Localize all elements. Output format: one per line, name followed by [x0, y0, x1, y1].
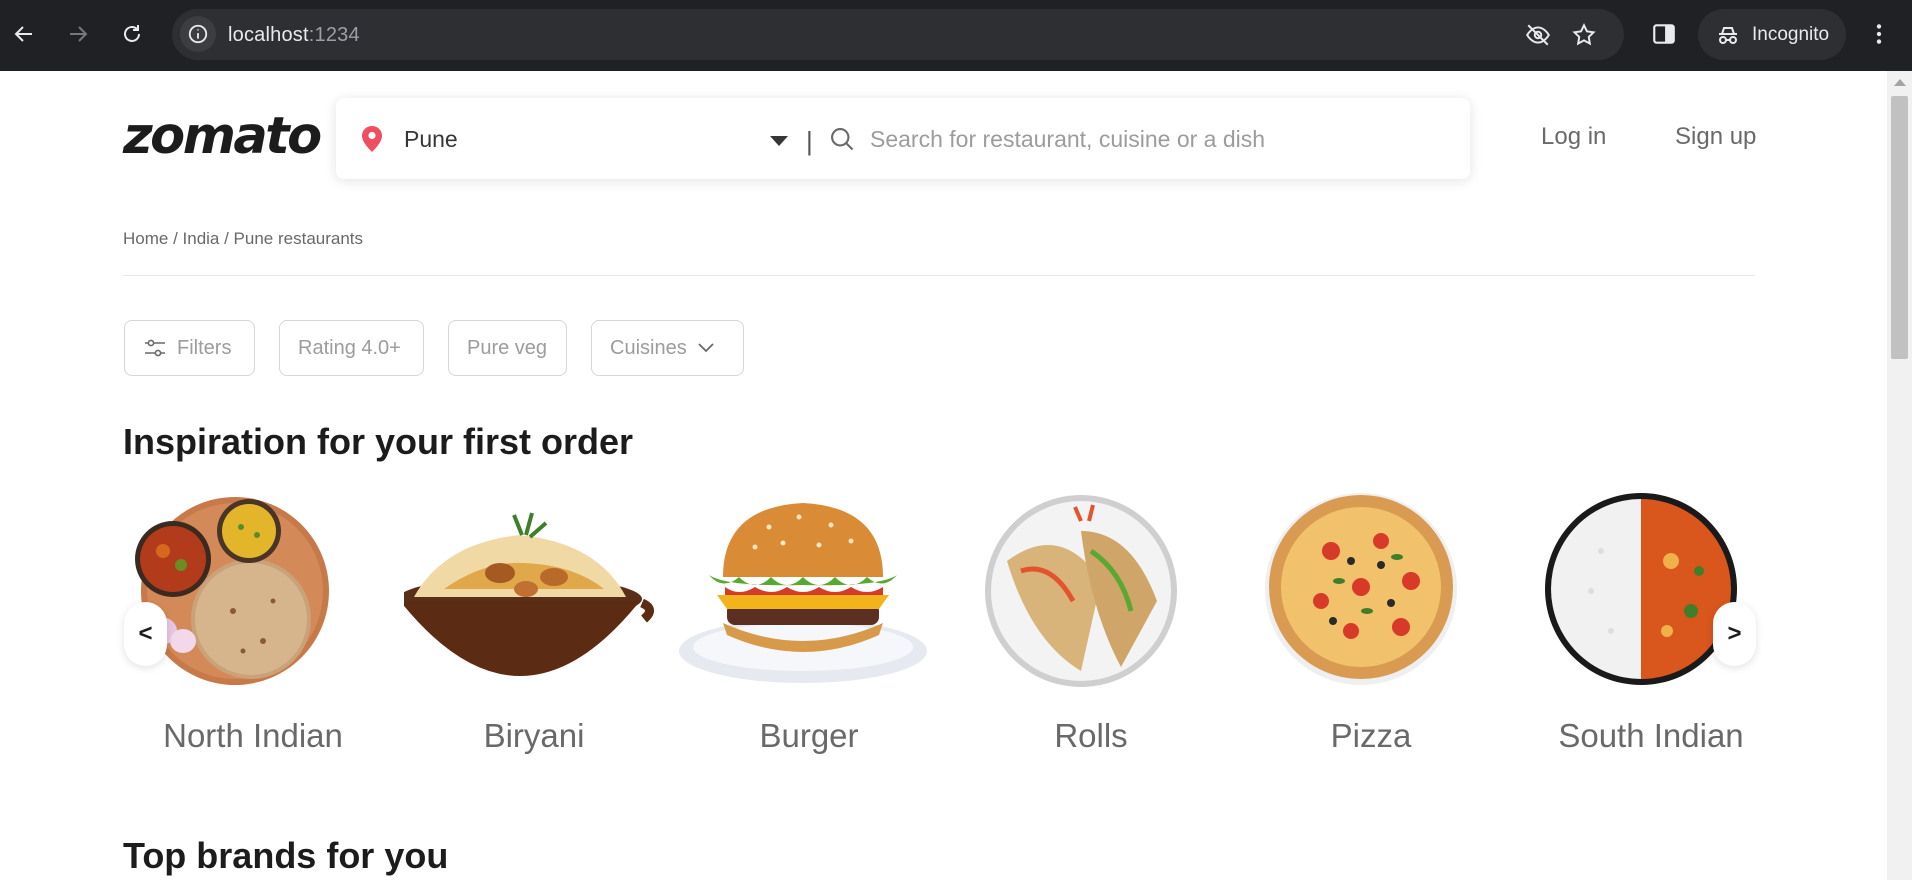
reload-icon — [124, 25, 140, 42]
sliders-icon — [145, 339, 165, 357]
carousel-next-button[interactable]: > — [1713, 602, 1756, 666]
rolls-image — [985, 495, 1177, 687]
search-icon — [831, 128, 854, 151]
cuisine-label-south-indian: South Indian — [1558, 717, 1744, 754]
location-search-bar: Pune | — [336, 98, 1470, 179]
page-scrollbar[interactable] — [1887, 71, 1912, 880]
zomato-logo[interactable]: zomato — [123, 107, 322, 166]
cuisine-label-burger: Burger — [759, 717, 859, 754]
login-link[interactable]: Log in — [1541, 123, 1606, 151]
inspiration-title: Inspiration for your first order — [123, 421, 634, 462]
bookmark-star-icon[interactable] — [1571, 22, 1597, 48]
forward-arrow-icon — [70, 26, 88, 42]
signup-link[interactable]: Sign up — [1675, 123, 1756, 151]
pizza-image — [1265, 493, 1457, 685]
scroll-up-arrow-icon[interactable] — [1894, 79, 1906, 86]
cuisine-label-north-indian: North Indian — [163, 717, 343, 754]
reload-button[interactable] — [114, 16, 150, 52]
forward-button[interactable] — [60, 16, 96, 52]
url-port: :1234 — [308, 24, 360, 46]
pure-veg-filter-chip[interactable]: Pure veg — [448, 320, 567, 376]
filters-button[interactable]: Filters — [124, 320, 255, 376]
page-content: zomato Pune | Log in Sign up Home / Indi… — [0, 71, 1887, 880]
rating-filter-chip[interactable]: Rating 4.0+ — [279, 320, 424, 376]
back-arrow-icon — [14, 26, 32, 42]
scrollbar-thumb[interactable] — [1891, 96, 1908, 359]
cuisine-carousel: North Indian Biryani Burger Rolls Pizza … — [123, 491, 1755, 831]
burger-image — [679, 503, 927, 683]
breadcrumb[interactable]: Home / India / Pune restaurants — [123, 229, 363, 249]
pure-veg-label: Pure veg — [467, 336, 548, 359]
north-indian-thali-image — [135, 497, 329, 685]
location-pin-icon — [362, 126, 382, 152]
incognito-badge[interactable]: Incognito — [1698, 9, 1846, 60]
eye-off-icon[interactable] — [1525, 22, 1551, 48]
url-text: localhost:1234 — [228, 24, 360, 47]
cuisines-label: Cuisines — [610, 336, 687, 359]
top-brands-title: Top brands for you — [123, 835, 449, 876]
url-host: localhost — [228, 24, 309, 46]
cuisine-label-biryani: Biryani — [483, 717, 585, 754]
rating-filter-label: Rating 4.0+ — [298, 336, 401, 359]
back-button[interactable] — [6, 16, 42, 52]
side-panel-icon[interactable] — [1651, 21, 1677, 47]
search-input[interactable] — [870, 118, 1430, 160]
incognito-icon — [1719, 26, 1737, 44]
chevron-down-icon — [698, 343, 714, 353]
more-menu-icon[interactable] — [1866, 21, 1892, 47]
search-divider: | — [806, 126, 813, 156]
cuisine-label-rolls: Rolls — [1054, 717, 1128, 754]
location-value[interactable]: Pune — [404, 126, 458, 153]
address-bar[interactable]: localhost:1234 — [172, 9, 1624, 60]
cuisines-filter-chip[interactable]: Cuisines — [591, 320, 744, 376]
chevron-down-icon[interactable] — [770, 136, 788, 146]
cuisine-label-pizza: Pizza — [1330, 717, 1412, 754]
browser-toolbar: localhost:1234 Incognito — [0, 0, 1912, 71]
carousel-prev-button[interactable]: < — [124, 602, 167, 666]
site-info-button[interactable] — [180, 16, 216, 52]
biryani-bowl-image — [404, 512, 654, 676]
divider-line — [123, 275, 1755, 276]
info-icon — [188, 24, 208, 44]
filters-label: Filters — [177, 336, 232, 359]
incognito-label: Incognito — [1752, 23, 1830, 45]
